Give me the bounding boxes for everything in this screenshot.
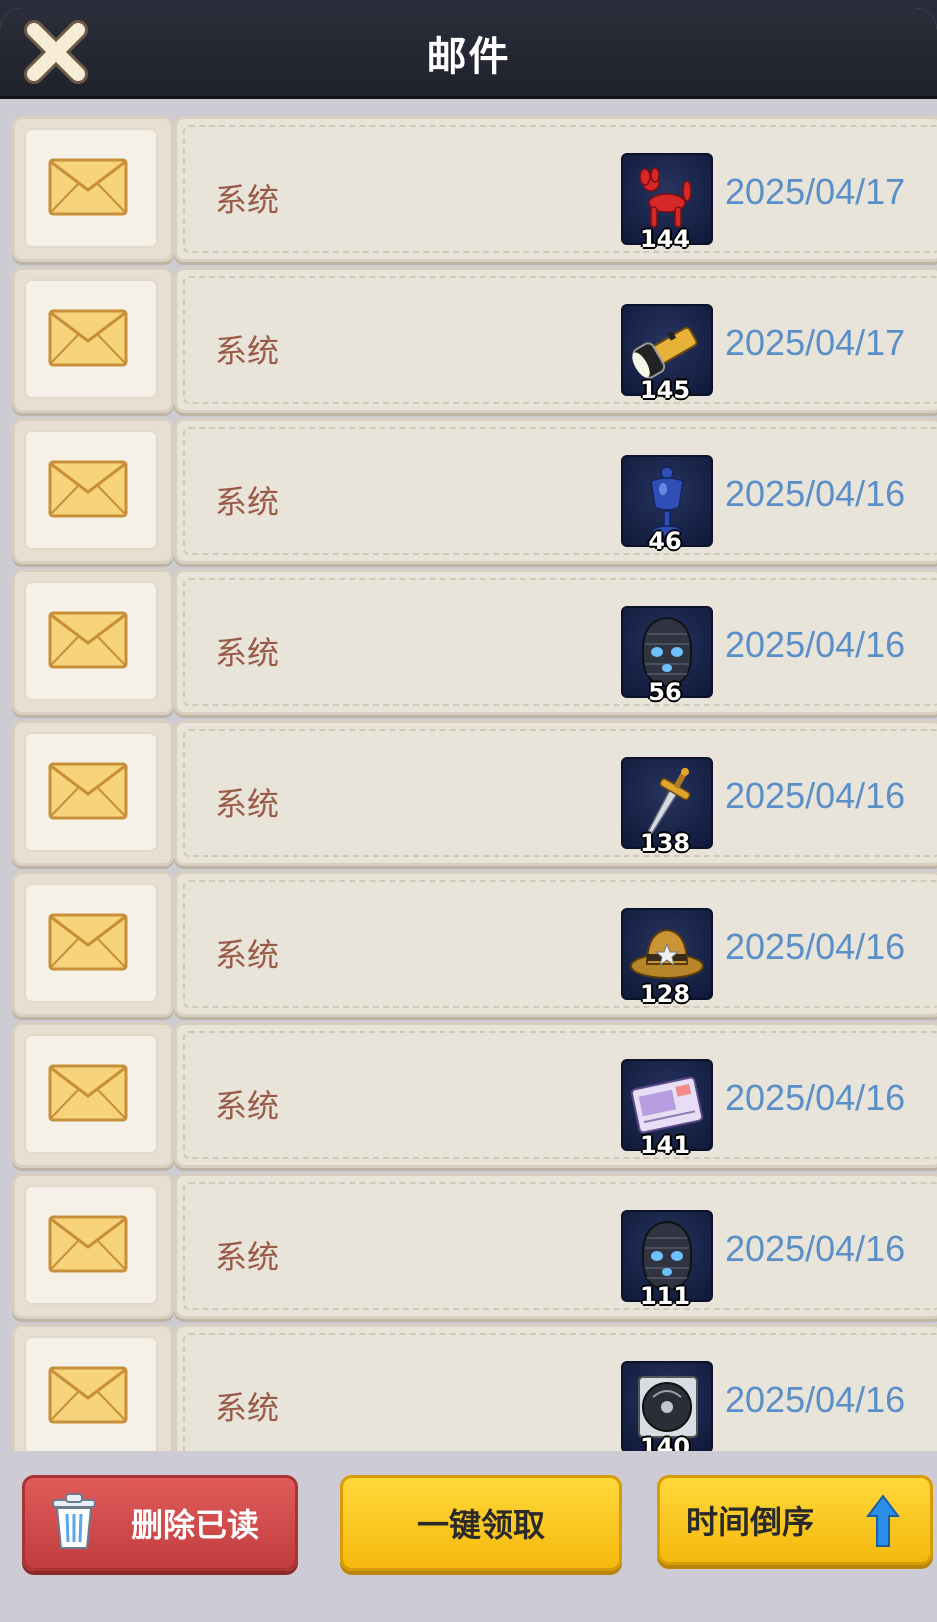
mail-row[interactable]: 系统 141 2025/04/16 xyxy=(12,1022,937,1168)
mail-info[interactable]: 系统 56 2025/04/16 xyxy=(174,569,937,715)
mail-sender: 系统 xyxy=(215,181,280,219)
mail-date: 2025/04/17 xyxy=(725,322,906,363)
envelope-icon xyxy=(48,913,128,971)
mail-info-inner: 系统 140 2025/04/16 xyxy=(183,1333,937,1461)
envelope-icon xyxy=(48,1366,128,1424)
mail-info[interactable]: 系统 128 2025/04/16 xyxy=(174,871,937,1017)
trash-icon xyxy=(52,1493,96,1549)
envelope-box[interactable] xyxy=(12,871,174,1017)
envelope-box[interactable] xyxy=(12,116,174,262)
footer-bar: 删除已读 一键领取 时间倒序 xyxy=(0,1451,937,1622)
mail-row[interactable]: 系统 140 2025/04/16 xyxy=(12,1324,937,1470)
mail-date: 2025/04/16 xyxy=(725,473,906,514)
attachment-count: 56 xyxy=(648,678,682,706)
header-bar: 邮件 xyxy=(0,8,937,99)
mail-info[interactable]: 系统 140 2025/04/16 xyxy=(174,1324,937,1470)
mail-date: 2025/04/16 xyxy=(725,1379,906,1420)
envelope-inner xyxy=(24,430,158,550)
mail-date: 2025/04/17 xyxy=(725,171,906,212)
envelope-icon xyxy=(48,1215,128,1273)
mail-info[interactable]: 系统 138 2025/04/16 xyxy=(174,720,937,866)
mail-panel: 邮件 系统 144 2025/04/17 系统 145 2025/04/17 系统 46 202… xyxy=(0,8,937,1622)
envelope-box[interactable] xyxy=(12,720,174,866)
attachment-count: 145 xyxy=(639,376,691,404)
envelope-inner xyxy=(24,1034,158,1154)
attachment-count: 138 xyxy=(639,829,691,857)
mail-sender: 系统 xyxy=(215,1389,280,1427)
envelope-box[interactable] xyxy=(12,1173,174,1319)
attachment-count: 111 xyxy=(639,1282,691,1310)
mail-info-inner: 系统 56 2025/04/16 xyxy=(183,578,937,706)
mail-info[interactable]: 系统 141 2025/04/16 xyxy=(174,1022,937,1168)
mail-list[interactable]: 系统 144 2025/04/17 系统 145 2025/04/17 系统 46 2025/0… xyxy=(12,116,937,1496)
mail-info-inner: 系统 46 2025/04/16 xyxy=(183,427,937,555)
mail-info-inner: 系统 111 2025/04/16 xyxy=(183,1182,937,1310)
mail-sender: 系统 xyxy=(215,483,280,521)
mail-sender: 系统 xyxy=(215,1087,280,1125)
mail-info-inner: 系统 144 2025/04/17 xyxy=(183,125,937,253)
mail-info[interactable]: 系统 144 2025/04/17 xyxy=(174,116,937,262)
mail-row[interactable]: 系统 56 2025/04/16 xyxy=(12,569,937,715)
mail-date: 2025/04/16 xyxy=(725,926,906,967)
mail-info[interactable]: 系统 145 2025/04/17 xyxy=(174,267,937,413)
envelope-box[interactable] xyxy=(12,569,174,715)
envelope-inner xyxy=(24,279,158,399)
mail-date: 2025/04/16 xyxy=(725,624,906,665)
envelope-inner xyxy=(24,128,158,248)
mail-info-inner: 系统 141 2025/04/16 xyxy=(183,1031,937,1159)
envelope-box[interactable] xyxy=(12,1324,174,1470)
delete-read-button[interactable]: 删除已读 xyxy=(22,1475,298,1571)
mail-info[interactable]: 系统 46 2025/04/16 xyxy=(174,418,937,564)
sort-by-time-button[interactable]: 时间倒序 xyxy=(657,1475,933,1565)
mail-row[interactable]: 系统 145 2025/04/17 xyxy=(12,267,937,413)
delete-read-label: 删除已读 xyxy=(130,1506,259,1544)
mail-row[interactable]: 系统 138 2025/04/16 xyxy=(12,720,937,866)
envelope-icon xyxy=(48,309,128,367)
mail-info-inner: 系统 138 2025/04/16 xyxy=(183,729,937,857)
attachment-count: 46 xyxy=(648,527,682,555)
mail-row[interactable]: 系统 46 2025/04/16 xyxy=(12,418,937,564)
arrow-up-icon xyxy=(866,1494,900,1547)
envelope-icon xyxy=(48,611,128,669)
envelope-icon xyxy=(48,1064,128,1122)
mail-sender: 系统 xyxy=(215,936,280,974)
sort-label: 时间倒序 xyxy=(686,1503,815,1541)
mail-sender: 系统 xyxy=(215,634,280,672)
mail-sender: 系统 xyxy=(215,332,280,370)
attachment-count: 144 xyxy=(639,225,691,253)
mail-row[interactable]: 系统 111 2025/04/16 xyxy=(12,1173,937,1319)
mail-info-inner: 系统 145 2025/04/17 xyxy=(183,276,937,404)
attachment-count: 141 xyxy=(639,1131,691,1159)
envelope-icon xyxy=(48,460,128,518)
mail-sender: 系统 xyxy=(215,1238,280,1276)
mail-info-inner: 系统 128 2025/04/16 xyxy=(183,880,937,1008)
mail-date: 2025/04/16 xyxy=(725,775,906,816)
mail-info[interactable]: 系统 111 2025/04/16 xyxy=(174,1173,937,1319)
mail-row[interactable]: 系统 128 2025/04/16 xyxy=(12,871,937,1017)
envelope-box[interactable] xyxy=(12,1022,174,1168)
envelope-icon xyxy=(48,158,128,216)
envelope-inner xyxy=(24,1336,158,1456)
envelope-inner xyxy=(24,883,158,1003)
claim-all-button[interactable]: 一键领取 xyxy=(340,1475,622,1571)
attachment-count: 128 xyxy=(639,980,691,1008)
page-title: 邮件 xyxy=(426,34,511,80)
envelope-inner xyxy=(24,581,158,701)
envelope-box[interactable] xyxy=(12,418,174,564)
envelope-icon xyxy=(48,762,128,820)
envelope-inner xyxy=(24,732,158,852)
mail-date: 2025/04/16 xyxy=(725,1077,906,1118)
mail-sender: 系统 xyxy=(215,785,280,823)
envelope-inner xyxy=(24,1185,158,1305)
envelope-box[interactable] xyxy=(12,267,174,413)
mail-date: 2025/04/16 xyxy=(725,1228,906,1269)
mail-row[interactable]: 系统 144 2025/04/17 xyxy=(12,116,937,262)
claim-all-label: 一键领取 xyxy=(416,1506,545,1544)
